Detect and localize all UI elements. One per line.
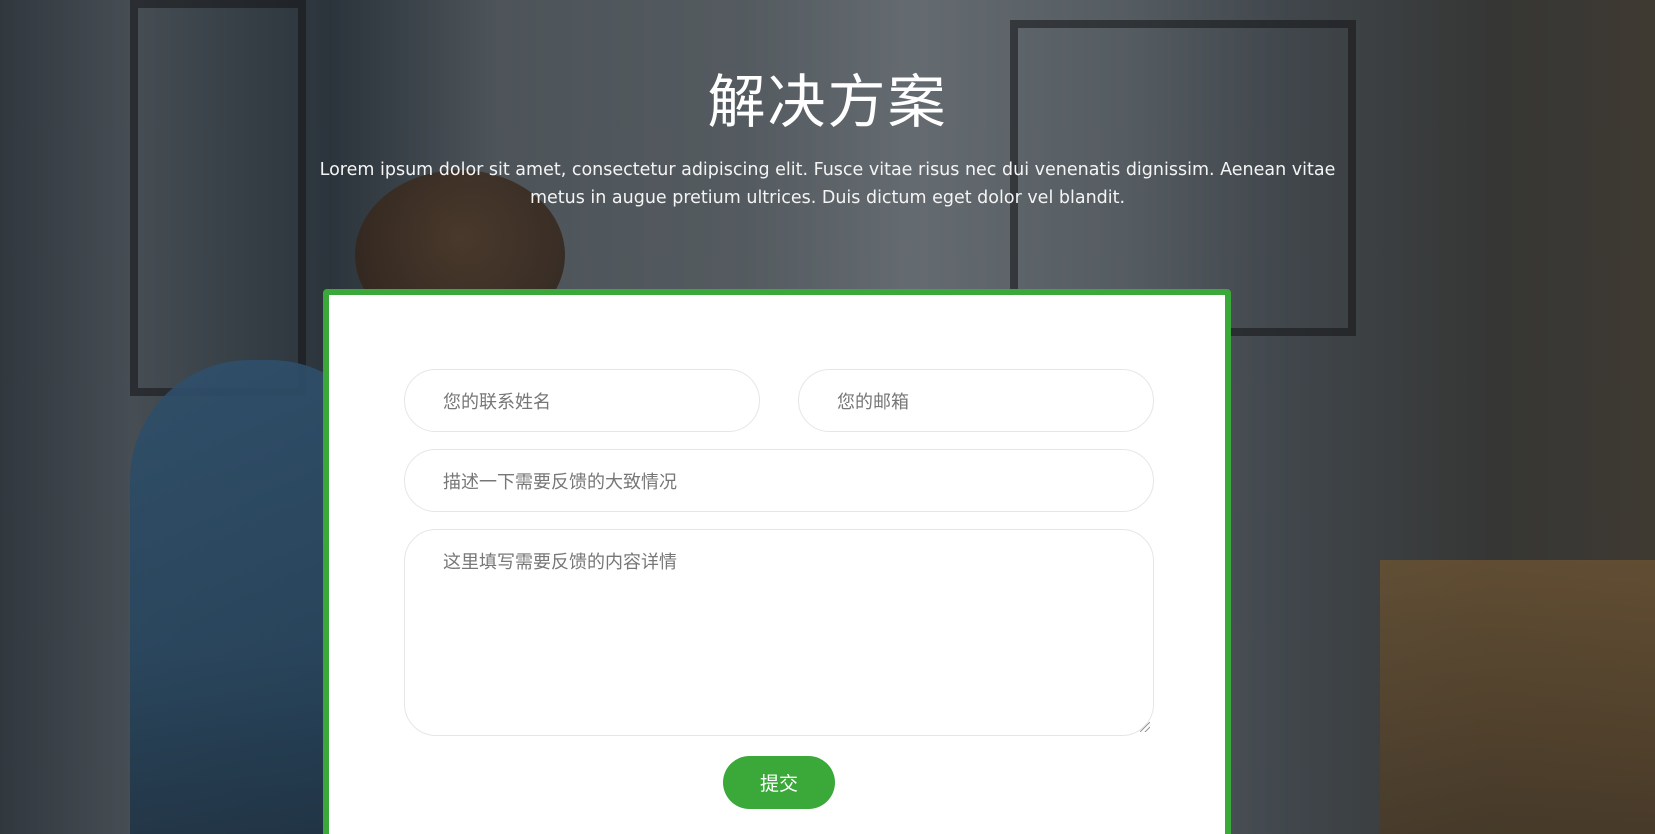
content-textarea-placeholder: 这里填写需要反馈的内容详情 bbox=[443, 552, 677, 573]
resize-handle-icon[interactable] bbox=[1140, 722, 1150, 732]
background-desk bbox=[1380, 560, 1655, 834]
feedback-form: 您的联系姓名 您的邮箱 描述一下需要反馈的大致情况 这里填写需要反馈的内容详情 … bbox=[323, 289, 1231, 834]
subject-input[interactable]: 描述一下需要反馈的大致情况 bbox=[404, 449, 1154, 512]
page-title: 解决方案 bbox=[707, 68, 948, 136]
hero-header: 解决方案 Lorem ipsum dolor sit amet, consect… bbox=[0, 62, 1655, 212]
page-subtitle: Lorem ipsum dolor sit amet, consectetur … bbox=[319, 160, 1336, 208]
content-textarea[interactable]: 这里填写需要反馈的内容详情 bbox=[404, 529, 1154, 736]
subject-input-placeholder: 描述一下需要反馈的大致情况 bbox=[443, 471, 677, 493]
email-input-placeholder: 您的邮箱 bbox=[837, 391, 909, 413]
email-input[interactable]: 您的邮箱 bbox=[798, 369, 1154, 432]
name-input[interactable]: 您的联系姓名 bbox=[404, 369, 760, 432]
name-input-placeholder: 您的联系姓名 bbox=[443, 391, 551, 413]
submit-button[interactable]: 提交 bbox=[723, 756, 835, 809]
